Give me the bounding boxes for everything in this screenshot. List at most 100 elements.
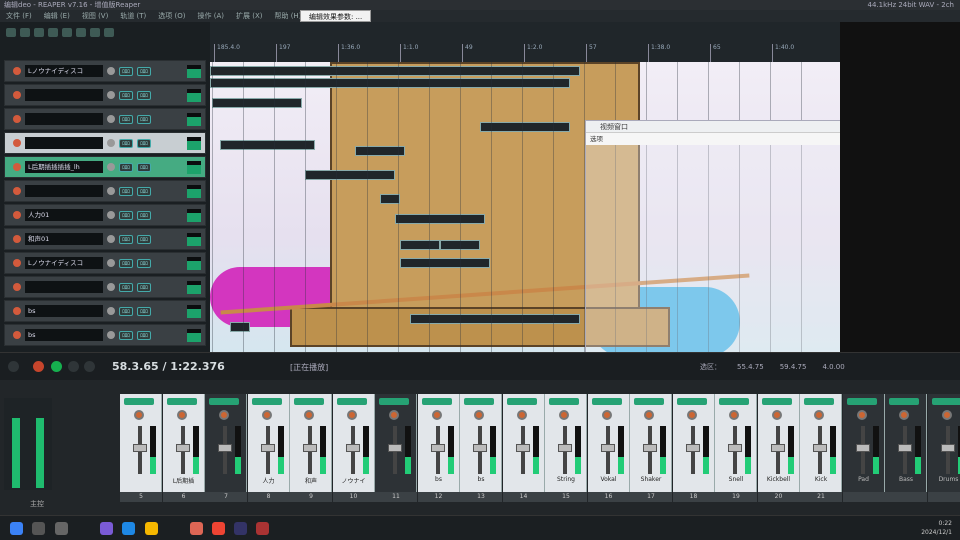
fx-slot-button[interactable] <box>294 398 324 405</box>
mixer-strip[interactable]: Kickbell 20 <box>757 394 800 502</box>
track-row[interactable]: ﾛﾛﾛ ﾛﾛﾛ <box>4 180 206 202</box>
fader-handle[interactable] <box>133 444 147 452</box>
record-arm-icon[interactable] <box>13 115 21 123</box>
fader-handle[interactable] <box>728 444 742 452</box>
media-item[interactable] <box>212 98 302 108</box>
fx-slot-button[interactable] <box>634 398 664 405</box>
fx-button[interactable]: ﾛﾛﾛ <box>119 234 133 244</box>
media-item[interactable] <box>400 240 440 250</box>
track-name[interactable]: bs <box>25 305 103 317</box>
record-arm-icon[interactable] <box>13 283 21 291</box>
timeline-ruler[interactable]: 185.4.0 197 1:36.0 1:1.0 49 1:2.0 57 1:38.0 65 1:… <box>210 22 840 62</box>
route-button[interactable]: ﾛﾛﾛ <box>137 138 151 148</box>
pan-knob[interactable] <box>601 410 612 420</box>
route-button[interactable]: ﾛﾛﾛ <box>137 234 151 244</box>
go-start-icon[interactable] <box>8 361 19 372</box>
track-name[interactable]: 人力01 <box>25 209 103 221</box>
media-item[interactable] <box>220 140 315 150</box>
fader-handle[interactable] <box>558 444 572 452</box>
route-button[interactable]: ﾛﾛﾛ <box>137 162 151 172</box>
fx-button[interactable]: ﾛﾛﾛ <box>119 306 133 316</box>
toolbar-button[interactable] <box>48 28 58 37</box>
pan-knob[interactable] <box>771 410 782 420</box>
menu-actions[interactable]: 操作 (A) <box>198 11 224 21</box>
mixer-strip[interactable]: bs 12 <box>417 394 460 502</box>
track-name[interactable] <box>25 185 103 197</box>
media-item[interactable] <box>410 314 580 324</box>
track-name[interactable] <box>25 113 103 125</box>
volume-knob[interactable] <box>107 139 115 147</box>
record-icon[interactable] <box>33 361 44 372</box>
volume-knob[interactable] <box>107 163 115 171</box>
mixer-strip[interactable]: Shaker 17 <box>630 394 672 502</box>
toolbar-button[interactable] <box>104 28 114 37</box>
chrome-icon[interactable] <box>212 522 225 535</box>
mixer-strip[interactable]: L后期插 6 <box>162 394 205 502</box>
mixer-strip[interactable]: Bass <box>885 394 927 502</box>
media-item[interactable] <box>230 322 250 332</box>
route-button[interactable]: ﾛﾛﾛ <box>137 306 151 316</box>
track-row[interactable]: ﾛﾛﾛ ﾛﾛﾛ <box>4 276 206 298</box>
fx-slot-button[interactable] <box>761 398 792 405</box>
route-button[interactable]: ﾛﾛﾛ <box>137 330 151 340</box>
record-arm-icon[interactable] <box>13 259 21 267</box>
menu-options[interactable]: 选项 (O) <box>158 11 185 21</box>
pan-knob[interactable] <box>686 410 697 420</box>
fader-handle[interactable] <box>388 444 402 452</box>
mixer-strip[interactable]: Vokal 16 <box>587 394 630 502</box>
fx-button[interactable]: ﾛﾛﾛ <box>119 330 133 340</box>
track-name[interactable] <box>25 89 103 101</box>
record-arm-icon[interactable] <box>13 187 21 195</box>
fader-handle[interactable] <box>345 444 360 452</box>
selection-end[interactable]: 59.4.75 <box>780 363 807 371</box>
fx-button[interactable]: ﾛﾛﾛ <box>119 282 133 292</box>
fx-button[interactable]: ﾛﾛﾛ <box>119 186 133 196</box>
task-view-icon[interactable] <box>55 522 68 535</box>
clock[interactable]: 0:22 2024/12/1 <box>921 519 952 537</box>
volume-knob[interactable] <box>107 283 115 291</box>
track-row[interactable]: ﾛﾛﾛ ﾛﾛﾛ <box>4 84 206 106</box>
mixer-strip[interactable]: 和声 9 <box>290 394 332 502</box>
stop-icon[interactable] <box>84 361 95 372</box>
fader-handle[interactable] <box>218 444 232 452</box>
fx-slot-button[interactable] <box>124 398 154 405</box>
search-icon[interactable] <box>32 522 45 535</box>
route-button[interactable]: ﾛﾛﾛ <box>137 210 151 220</box>
pan-knob[interactable] <box>134 410 144 420</box>
fader-handle[interactable] <box>600 444 615 452</box>
fx-slot-button[interactable] <box>421 398 452 405</box>
record-arm-icon[interactable] <box>13 331 21 339</box>
volume-knob[interactable] <box>107 67 115 75</box>
menu-file[interactable]: 文件 (F) <box>6 11 32 21</box>
pan-knob[interactable] <box>219 410 229 420</box>
fx-slot-button[interactable] <box>379 398 409 405</box>
media-item[interactable] <box>380 194 400 204</box>
fx-button[interactable]: ﾛﾛﾛ <box>119 258 133 268</box>
mixer-strip[interactable]: bs 13 <box>460 394 502 502</box>
mixer-strip[interactable]: 14 <box>502 394 545 502</box>
media-item[interactable] <box>210 78 570 88</box>
media-item[interactable] <box>400 258 490 268</box>
fx-slot-button[interactable] <box>804 398 834 405</box>
master-strip[interactable] <box>4 398 52 490</box>
app-icon[interactable] <box>234 522 247 535</box>
fader-handle[interactable] <box>898 444 912 452</box>
mixer-strip[interactable]: Pad <box>842 394 885 502</box>
pan-knob[interactable] <box>856 410 867 420</box>
track-row[interactable]: L后期插插插插_lh ﾛﾛﾛ ﾛﾛﾛ <box>4 156 206 178</box>
menu-edit[interactable]: 编辑 (E) <box>44 11 70 21</box>
route-button[interactable]: ﾛﾛﾛ <box>137 282 151 292</box>
record-arm-icon[interactable] <box>13 163 21 171</box>
volume-knob[interactable] <box>107 211 115 219</box>
fader-handle[interactable] <box>430 444 445 452</box>
fx-button[interactable]: ﾛﾛﾛ <box>119 114 133 124</box>
mixer-strip[interactable]: ノウナイ 10 <box>332 394 375 502</box>
fx-button[interactable]: ﾛﾛﾛ <box>119 162 133 172</box>
pan-knob[interactable] <box>516 410 527 420</box>
fx-slot-button[interactable] <box>846 398 877 405</box>
fx-slot-button[interactable] <box>719 398 749 405</box>
mixer-strip[interactable]: Snell 19 <box>715 394 757 502</box>
fader-handle[interactable] <box>303 444 317 452</box>
fader-handle[interactable] <box>940 444 955 452</box>
route-button[interactable]: ﾛﾛﾛ <box>137 258 151 268</box>
